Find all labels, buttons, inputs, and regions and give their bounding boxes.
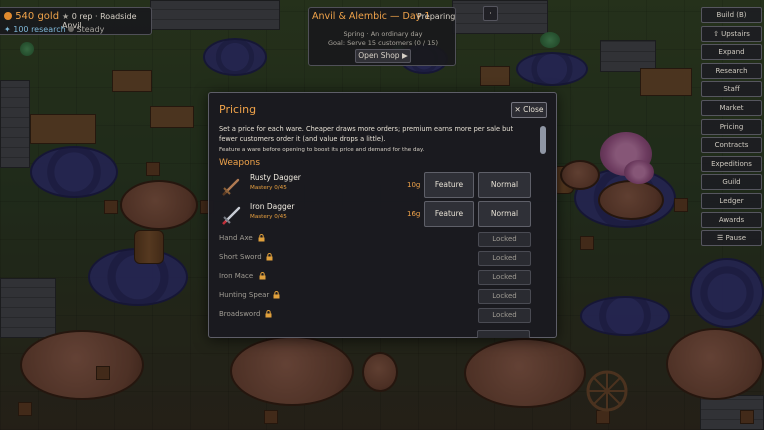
locked-button: Locked <box>478 308 531 323</box>
research-icon: ✦ <box>4 25 11 34</box>
sidebar-contracts-button[interactable]: Contracts <box>701 137 762 154</box>
gold-amount: 540 gold <box>15 11 60 22</box>
sidebar-build-button[interactable]: Build (B) <box>701 7 762 23</box>
lock-icon <box>258 234 265 242</box>
shop-day-title: Anvil & Alembic — Day 1 <box>312 11 431 22</box>
lock-icon <box>259 272 266 280</box>
pricing-hint: Feature a ware before opening to boost i… <box>219 147 425 153</box>
scrollbar-thumb[interactable] <box>540 126 546 154</box>
menu-dot-button[interactable]: · <box>483 6 498 21</box>
feature-button[interactable]: Feature <box>424 201 474 227</box>
lock-icon <box>273 291 280 299</box>
ware-name: Short Sword <box>219 253 262 261</box>
sidebar-staff-button[interactable]: Staff <box>701 81 762 98</box>
rusty-dagger-icon <box>222 178 240 196</box>
lock-icon <box>266 253 273 261</box>
phase-label: Preparing <box>417 12 456 21</box>
ware-name: Iron Mace <box>219 272 254 280</box>
open-shop-button[interactable]: Open Shop ▶ <box>355 49 411 63</box>
modal-title: Pricing <box>219 103 257 116</box>
ware-price: 10g <box>407 181 421 189</box>
ware-name: Broadsword <box>219 310 261 318</box>
goal-label: Goal: Serve 15 customers (0 / 15) <box>328 39 438 47</box>
ware-price: 16g <box>407 210 421 218</box>
status-indicator: Steady <box>68 25 104 34</box>
locked-ware-row: Iron Mace Locked <box>219 269 532 286</box>
close-button[interactable]: ✕ Close <box>511 102 547 118</box>
pricing-description: Set a price for each ware. Cheaper draws… <box>219 125 514 143</box>
season-label: Spring · An ordinary day <box>343 30 423 38</box>
ware-name: Iron Dagger <box>250 202 295 211</box>
locked-button: Locked <box>478 289 531 304</box>
ware-mastery: Mastery 0/45 <box>250 214 287 220</box>
lock-icon <box>265 310 272 318</box>
sidebar-guild-button[interactable]: Guild <box>701 174 762 191</box>
ware-row: Rusty Dagger Mastery 0/45 10g Feature No… <box>219 172 532 200</box>
locked-button: Locked <box>478 270 531 285</box>
feature-button[interactable]: Feature <box>424 172 474 198</box>
ware-name: Rusty Dagger <box>250 173 301 182</box>
status-text: Steady <box>76 25 105 34</box>
price-tier-button[interactable]: Normal <box>478 172 531 198</box>
gold-counter: 540 gold <box>4 11 59 22</box>
sidebar-market-button[interactable]: Market <box>701 99 762 116</box>
star-icon: ★ <box>62 12 70 21</box>
iron-dagger-icon <box>222 206 241 225</box>
locked-ware-row: Broadsword Locked <box>219 307 532 324</box>
sidebar-expand-button[interactable]: Expand <box>701 44 762 61</box>
status-icon <box>68 26 74 32</box>
ware-name: Hunting Spear <box>219 291 270 299</box>
section-heading-weapons: Weapons <box>219 158 261 168</box>
sidebar-expeditions-button[interactable]: Expeditions <box>701 155 762 172</box>
price-tier-button[interactable]: Normal <box>478 201 531 227</box>
research-counter: ✦ 100 research <box>4 25 66 34</box>
locked-button: Locked <box>478 232 531 247</box>
sidebar-ledger-button[interactable]: Ledger <box>701 192 762 209</box>
ware-row: Iron Dagger Mastery 0/45 16g Feature Nor… <box>219 201 532 229</box>
locked-ware-row: Hand Axe Locked <box>219 231 532 248</box>
locked-ware-row: Hunting Spear Locked <box>219 288 532 305</box>
sidebar-pricing-button[interactable]: Pricing <box>701 118 762 135</box>
coin-icon <box>4 12 12 20</box>
day-panel: Anvil & Alembic — Day 1 Preparing Spring… <box>308 7 456 66</box>
ware-mastery: Mastery 0/45 <box>250 185 287 191</box>
sidebar-pause-button[interactable]: ☰ Pause <box>701 230 762 247</box>
locked-ware-row: Short Sword Locked <box>219 250 532 267</box>
resource-panel: 540 gold ★ 0 rep · Roadside Anvil ✦ 100 … <box>0 7 152 35</box>
ware-name: Hand Axe <box>219 234 253 242</box>
next-row-button-partial <box>477 330 530 338</box>
sidebar-awards-button[interactable]: Awards <box>701 211 762 228</box>
sidebar: Build (B) ⇧ Upstairs Expand Research Sta… <box>701 7 762 249</box>
sidebar-research-button[interactable]: Research <box>701 62 762 79</box>
locked-button: Locked <box>478 251 531 266</box>
pricing-modal: Pricing ✕ Close Set a price for each war… <box>208 92 557 338</box>
sidebar-upstairs-button[interactable]: ⇧ Upstairs <box>701 25 762 42</box>
research-amount: 100 research <box>13 25 66 34</box>
